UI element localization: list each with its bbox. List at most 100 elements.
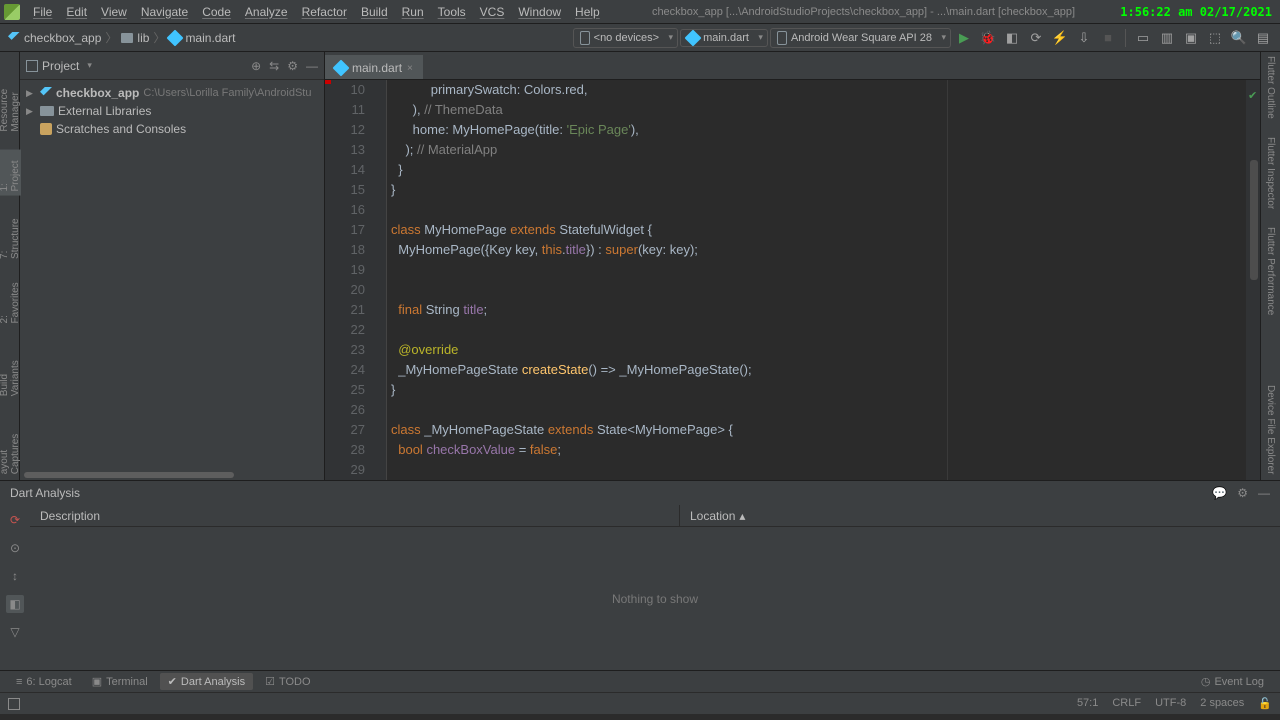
debug-button[interactable]: 🐞 <box>977 27 999 49</box>
device-selector[interactable]: <no devices> <box>573 28 678 48</box>
code-line[interactable]: home: MyHomePage(title: 'Epic Page'), <box>391 120 1246 140</box>
breadcrumb-file[interactable]: main.dart <box>169 31 235 45</box>
menu-run[interactable]: Run <box>395 5 431 19</box>
collapse-button[interactable]: ⇆ <box>269 59 279 73</box>
hide-analysis-icon[interactable]: — <box>1258 486 1270 500</box>
code-line[interactable] <box>391 260 1246 280</box>
menu-window[interactable]: Window <box>511 5 568 19</box>
autoscroll-button[interactable]: ⊙ <box>6 539 24 557</box>
editor-marker-strip[interactable]: ✔ <box>1246 80 1260 480</box>
tool-layout-captures[interactable]: ayout Captures <box>0 414 21 474</box>
analysis-columns[interactable]: Description Location▴ <box>30 505 1280 527</box>
hot-reload-button[interactable]: ⚡ <box>1049 27 1071 49</box>
code-line[interactable]: @override <box>391 340 1246 360</box>
profile-button[interactable]: ⟳ <box>1025 27 1047 49</box>
code-line[interactable] <box>391 280 1246 300</box>
tab-dart-analysis[interactable]: ✔ Dart Analysis <box>160 673 253 690</box>
file-encoding[interactable]: UTF-8 <box>1155 697 1186 710</box>
menu-code[interactable]: Code <box>195 5 238 19</box>
line-ending[interactable]: CRLF <box>1112 697 1141 710</box>
tool-flutter-performance[interactable]: Flutter Performance <box>1265 227 1276 315</box>
col-description[interactable]: Description <box>30 505 680 526</box>
sync-button[interactable]: ⬚ <box>1204 27 1226 49</box>
avd-manager-button[interactable]: ▭ <box>1132 27 1154 49</box>
tab-logcat[interactable]: ≡ 6: Logcat <box>8 674 80 690</box>
code-line[interactable]: _MyHomePageState createState() => _MyHom… <box>391 360 1246 380</box>
fold-gutter[interactable] <box>373 80 387 480</box>
editor-tab-main[interactable]: main.dart × <box>325 55 423 79</box>
restart-analysis-button[interactable]: ⟳ <box>6 511 24 529</box>
menu-build[interactable]: Build <box>354 5 395 19</box>
menu-help[interactable]: Help <box>568 5 607 19</box>
col-location[interactable]: Location▴ <box>680 505 1280 526</box>
search-everywhere-button[interactable]: 🔍 <box>1228 27 1250 49</box>
code-area[interactable]: 1011121314151617181920212223242526272829… <box>325 80 1260 480</box>
tab-terminal[interactable]: ▣ Terminal <box>84 673 156 690</box>
tool-favorites[interactable]: 2: Favorites <box>0 277 21 323</box>
menu-vcs[interactable]: VCS <box>473 5 512 19</box>
code-line[interactable]: MyHomePage({Key key, this.title}) : supe… <box>391 240 1246 260</box>
code-line[interactable] <box>391 400 1246 420</box>
tool-build-variants[interactable]: Build Variants <box>0 342 21 396</box>
attach-button[interactable]: ⇩ <box>1073 27 1095 49</box>
run-config-selector[interactable]: main.dart <box>680 29 768 47</box>
code-line[interactable]: class _MyHomePageState extends State<MyH… <box>391 420 1246 440</box>
group-button[interactable]: ↕ <box>6 567 24 585</box>
analysis-settings-icon[interactable]: ⚙ <box>1237 486 1248 500</box>
menu-refactor[interactable]: Refactor <box>295 5 354 19</box>
code-line[interactable]: bool checkBoxValue = false; <box>391 440 1246 460</box>
code-line[interactable] <box>391 460 1246 480</box>
code-line[interactable] <box>391 200 1246 220</box>
menu-navigate[interactable]: Navigate <box>134 5 195 19</box>
line-gutter[interactable]: 1011121314151617181920212223242526272829 <box>325 80 373 480</box>
layout-inspector-button[interactable]: ▣ <box>1180 27 1202 49</box>
breadcrumb-project[interactable]: checkbox_app <box>8 31 101 45</box>
tree-scratches[interactable]: ▶ Scratches and Consoles <box>20 120 324 138</box>
tool-project[interactable]: 1: Project <box>0 150 21 196</box>
tab-event-log[interactable]: ◷ Event Log <box>1193 673 1272 690</box>
sdk-manager-button[interactable]: ▥ <box>1156 27 1178 49</box>
code-line[interactable]: class MyHomePage extends StatefulWidget … <box>391 220 1246 240</box>
feedback-icon[interactable]: 💬 <box>1212 486 1227 500</box>
filter-button[interactable]: ▽ <box>6 623 24 641</box>
menu-edit[interactable]: Edit <box>59 5 94 19</box>
breadcrumb-folder[interactable]: lib <box>121 31 149 45</box>
tool-structure[interactable]: 7: Structure <box>0 213 21 259</box>
tool-resource-manager[interactable]: Resource Manager <box>0 56 21 132</box>
close-tab-icon[interactable]: × <box>407 63 413 74</box>
indent-setting[interactable]: 2 spaces <box>1200 697 1244 710</box>
coverage-button[interactable]: ◧ <box>1001 27 1023 49</box>
code-line[interactable]: final String title; <box>391 300 1246 320</box>
tool-flutter-inspector[interactable]: Flutter Inspector <box>1265 137 1276 209</box>
code-line[interactable]: primarySwatch: Colors.red, <box>391 80 1246 100</box>
tree-external-libs[interactable]: ▶ External Libraries <box>20 102 324 120</box>
readonly-lock-icon[interactable]: 🔓 <box>1258 697 1272 710</box>
code-line[interactable]: ), // ThemeData <box>391 100 1246 120</box>
run-button[interactable]: ▶ <box>953 27 975 49</box>
menu-file[interactable]: File <box>26 5 59 19</box>
code-line[interactable]: ); // MaterialApp <box>391 140 1246 160</box>
stop-button[interactable]: ■ <box>1097 27 1119 49</box>
editor-vscrollbar[interactable] <box>1250 160 1258 280</box>
menu-view[interactable]: View <box>94 5 134 19</box>
project-hscrollbar[interactable] <box>20 472 324 480</box>
avd-selector[interactable]: Android Wear Square API 28 <box>770 28 951 48</box>
tab-todo[interactable]: ☑ TODO <box>257 673 318 690</box>
code-line[interactable]: } <box>391 380 1246 400</box>
menu-tools[interactable]: Tools <box>431 5 473 19</box>
panel-settings-button[interactable]: ⚙ <box>287 59 298 73</box>
code-line[interactable] <box>391 320 1246 340</box>
settings-button[interactable]: ▤ <box>1252 27 1274 49</box>
code-line[interactable]: } <box>391 160 1246 180</box>
project-tree[interactable]: ▶ checkbox_app C:\Users\Lorilla Family\A… <box>20 80 324 142</box>
code-content[interactable]: primarySwatch: Colors.red, ), // ThemeDa… <box>387 80 1246 480</box>
tool-window-toggle-icon[interactable] <box>8 698 20 710</box>
menu-analyze[interactable]: Analyze <box>238 5 295 19</box>
filter-file-button[interactable]: ◧ <box>6 595 24 613</box>
tool-flutter-outline[interactable]: Flutter Outline <box>1265 56 1276 119</box>
tree-root[interactable]: ▶ checkbox_app C:\Users\Lorilla Family\A… <box>20 84 324 102</box>
project-view-selector[interactable]: Project <box>26 59 92 73</box>
locate-button[interactable]: ⊕ <box>251 59 261 73</box>
hide-panel-button[interactable]: — <box>306 59 318 73</box>
tool-device-file-explorer[interactable]: Device File Explorer <box>1265 385 1276 474</box>
